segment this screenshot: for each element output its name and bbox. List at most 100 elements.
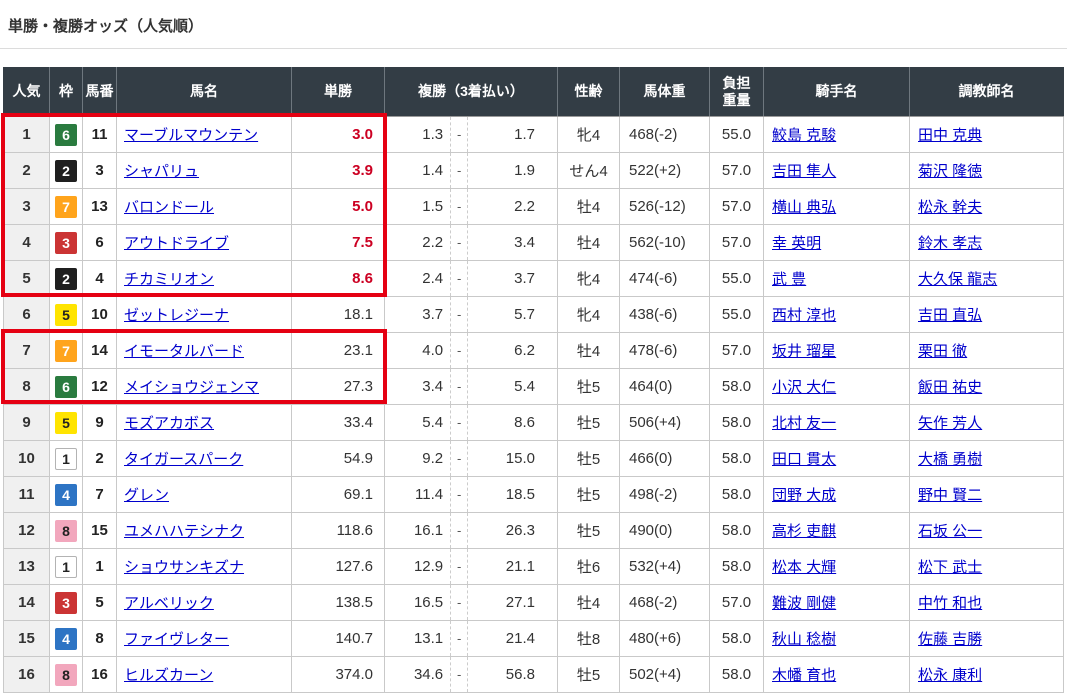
horse-name-link[interactable]: グレン: [124, 487, 169, 504]
frame-badge: 1: [55, 556, 77, 578]
load-weight-cell: 58.0: [710, 477, 764, 513]
horse-name-link[interactable]: メイショウジェンマ: [124, 379, 259, 396]
load-weight-cell: 57.0: [710, 585, 764, 621]
header-jockey: 騎手名: [764, 68, 910, 117]
place-odds-min: 2.2: [385, 234, 450, 251]
trainer-link[interactable]: 中竹 和也: [918, 595, 982, 612]
horse-number-cell: 13: [83, 189, 117, 225]
horse-name-link[interactable]: ユメハハテシナク: [124, 523, 244, 540]
horse-number-cell: 4: [83, 261, 117, 297]
trainer-link[interactable]: 田中 克典: [918, 127, 982, 144]
place-odds-cell: 2.4 - 3.7: [385, 261, 558, 297]
trainer-link[interactable]: 松永 幹夫: [918, 199, 982, 216]
trainer-cell: 石坂 公一: [910, 513, 1064, 549]
jockey-cell: 木幡 育也: [764, 657, 910, 693]
horse-name-link[interactable]: ファイヴレター: [124, 631, 229, 648]
horse-name-link[interactable]: タイガースパーク: [124, 451, 243, 468]
table-row: 9 5 9 モズアカボス 33.4 5.4 - 8.6 牡5 506(+4) 5…: [4, 405, 1064, 441]
jockey-link[interactable]: 木幡 育也: [772, 667, 836, 684]
sex-age-cell: 牝4: [558, 297, 620, 333]
win-odds-cell: 18.1: [292, 297, 385, 333]
jockey-link[interactable]: 坂井 瑠星: [772, 343, 836, 360]
horse-name-link[interactable]: イモータルバード: [124, 343, 244, 360]
sex-age-cell: 牡5: [558, 477, 620, 513]
horse-name-link[interactable]: アウトドライブ: [124, 235, 229, 252]
horse-name-link[interactable]: バロンドール: [124, 199, 214, 216]
trainer-link[interactable]: 矢作 芳人: [918, 415, 982, 432]
trainer-link[interactable]: 大久保 龍志: [918, 271, 997, 288]
table-row: 14 3 5 アルベリック 138.5 16.5 - 27.1 牡4 468(-…: [4, 585, 1064, 621]
horse-name-link[interactable]: ショウサンキズナ: [124, 559, 244, 576]
horse-name-cell: メイショウジェンマ: [117, 369, 292, 405]
place-odds-cell: 11.4 - 18.5: [385, 477, 558, 513]
trainer-link[interactable]: 野中 賢二: [918, 487, 982, 504]
jockey-link[interactable]: 吉田 隼人: [772, 163, 836, 180]
place-odds-separator: -: [450, 549, 468, 584]
trainer-link[interactable]: 吉田 直弘: [918, 307, 982, 324]
table-row: 7 7 14 イモータルバード 23.1 4.0 - 6.2 牡4 478(-6…: [4, 333, 1064, 369]
place-odds-separator: -: [450, 585, 468, 620]
horse-name-link[interactable]: ゼットレジーナ: [124, 307, 229, 324]
horse-name-link[interactable]: チカミリオン: [124, 271, 214, 288]
trainer-link[interactable]: 飯田 祐史: [918, 379, 982, 396]
horse-weight-cell: 474(-6): [620, 261, 710, 297]
header-name: 馬名: [117, 68, 292, 117]
trainer-link[interactable]: 大橋 勇樹: [918, 451, 982, 468]
jockey-link[interactable]: 小沢 大仁: [772, 379, 836, 396]
trainer-cell: 栗田 徹: [910, 333, 1064, 369]
place-odds-cell: 2.2 - 3.4: [385, 225, 558, 261]
frame-badge: 6: [55, 124, 77, 146]
frame-cell: 3: [50, 225, 83, 261]
jockey-link[interactable]: 鮫島 克駿: [772, 127, 836, 144]
jockey-cell: 高杉 吏麒: [764, 513, 910, 549]
trainer-link[interactable]: 松下 武士: [918, 559, 982, 576]
trainer-cell: 松下 武士: [910, 549, 1064, 585]
jockey-link[interactable]: 田口 貫太: [772, 451, 836, 468]
win-odds-cell: 23.1: [292, 333, 385, 369]
place-odds-separator: -: [450, 657, 468, 692]
place-odds-cell: 1.3 - 1.7: [385, 117, 558, 153]
table-row: 2 2 3 シャパリュ 3.9 1.4 - 1.9 せん4 522(+2) 57…: [4, 153, 1064, 189]
place-odds-separator: -: [450, 261, 468, 296]
horse-name-link[interactable]: アルベリック: [124, 595, 214, 612]
place-odds-cell: 12.9 - 21.1: [385, 549, 558, 585]
trainer-cell: 田中 克典: [910, 117, 1064, 153]
jockey-link[interactable]: 北村 友一: [772, 415, 836, 432]
jockey-link[interactable]: 難波 剛健: [772, 595, 836, 612]
table-row: 3 7 13 バロンドール 5.0 1.5 - 2.2 牡4 526(-12) …: [4, 189, 1064, 225]
place-odds-cell: 16.1 - 26.3: [385, 513, 558, 549]
horse-name-cell: ユメハハテシナク: [117, 513, 292, 549]
jockey-link[interactable]: 高杉 吏麒: [772, 523, 836, 540]
horse-name-link[interactable]: ヒルズカーン: [124, 667, 213, 684]
horse-name-link[interactable]: モズアカボス: [124, 415, 214, 432]
sex-age-cell: 牡4: [558, 333, 620, 369]
trainer-cell: 大久保 龍志: [910, 261, 1064, 297]
jockey-link[interactable]: 西村 淳也: [772, 307, 836, 324]
jockey-link[interactable]: 武 豊: [772, 271, 806, 288]
sex-age-cell: 牝4: [558, 117, 620, 153]
trainer-link[interactable]: 鈴木 孝志: [918, 235, 982, 252]
place-odds-min: 3.7: [385, 306, 450, 323]
trainer-link[interactable]: 松永 康利: [918, 667, 982, 684]
win-odds-cell: 3.0: [292, 117, 385, 153]
place-odds-separator: -: [450, 369, 468, 404]
horse-name-link[interactable]: シャパリュ: [124, 163, 199, 180]
horse-number-cell: 2: [83, 441, 117, 477]
frame-badge: 8: [55, 664, 77, 686]
load-weight-cell: 58.0: [710, 405, 764, 441]
trainer-link[interactable]: 佐藤 吉勝: [918, 631, 982, 648]
horse-name-link[interactable]: マーブルマウンテン: [124, 127, 258, 144]
trainer-link[interactable]: 菊沢 隆徳: [918, 163, 982, 180]
trainer-link[interactable]: 石坂 公一: [918, 523, 982, 540]
jockey-link[interactable]: 幸 英明: [772, 235, 821, 252]
load-weight-cell: 55.0: [710, 297, 764, 333]
jockey-link[interactable]: 秋山 稔樹: [772, 631, 836, 648]
jockey-link[interactable]: 松本 大輝: [772, 559, 836, 576]
jockey-link[interactable]: 団野 大成: [772, 487, 836, 504]
horse-number-cell: 11: [83, 117, 117, 153]
trainer-link[interactable]: 栗田 徹: [918, 343, 967, 360]
horse-number-cell: 14: [83, 333, 117, 369]
place-odds-cell: 3.4 - 5.4: [385, 369, 558, 405]
jockey-link[interactable]: 横山 典弘: [772, 199, 836, 216]
place-odds-separator: -: [450, 477, 468, 512]
